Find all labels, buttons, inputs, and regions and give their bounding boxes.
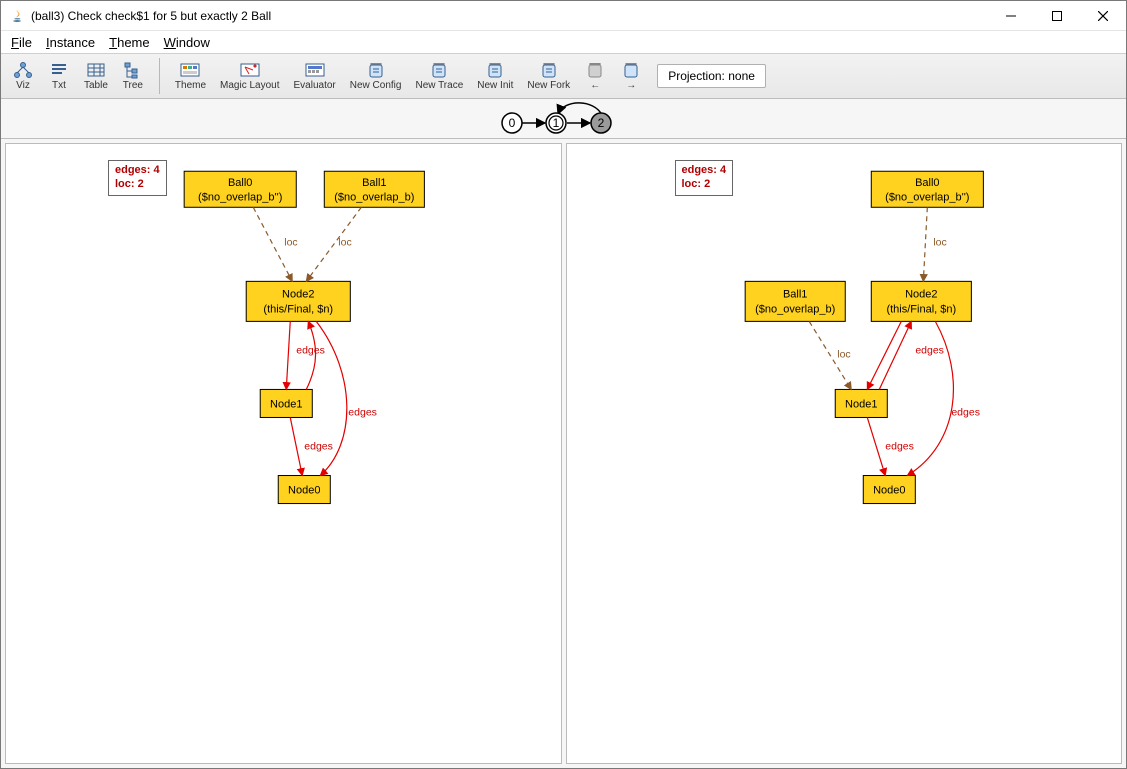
trace-state-1: 1 — [546, 113, 566, 133]
toolbar-tree[interactable]: Tree — [117, 58, 149, 94]
svg-text:Ball1: Ball1 — [782, 288, 806, 300]
svg-text:(this/Final, $n): (this/Final, $n) — [886, 303, 956, 315]
menu-window[interactable]: Window — [162, 34, 212, 51]
trace-state-0: 0 — [502, 113, 522, 133]
svg-text:edges: edges — [915, 344, 944, 356]
svg-text:loc: loc — [933, 236, 946, 248]
node-node0[interactable]: Node0 — [863, 476, 915, 504]
node-node1[interactable]: Node1 — [835, 389, 887, 417]
next-icon — [620, 61, 642, 79]
tree-icon — [122, 61, 144, 79]
toolbar-new-init[interactable]: New Init — [472, 58, 518, 94]
svg-text:Node0: Node0 — [873, 485, 905, 497]
svg-text:Node2: Node2 — [905, 288, 937, 300]
toolbar-new-trace[interactable]: New Trace — [410, 58, 468, 94]
toolbar: Viz Txt Table Tree Theme Magic Layout Ev… — [1, 53, 1126, 99]
toolbar-theme[interactable]: Theme — [170, 58, 211, 94]
svg-text:0: 0 — [508, 116, 515, 130]
trace-steps: 0 1 2 — [1, 99, 1126, 139]
svg-text:edges: edges — [951, 406, 980, 418]
toolbar-separator — [159, 58, 160, 94]
node-node1[interactable]: Node1 — [260, 389, 312, 417]
svg-text:loc: loc — [338, 236, 351, 248]
toolbar-magic-layout[interactable]: Magic Layout — [215, 58, 284, 94]
node-ball1[interactable]: Ball1 ($no_overlap_b) — [745, 281, 845, 321]
svg-text:edges: edges — [885, 440, 914, 452]
svg-text:($no_overlap_b''): ($no_overlap_b'') — [885, 191, 969, 203]
new-fork-icon — [538, 61, 560, 79]
java-app-icon — [9, 8, 25, 24]
svg-text:Node1: Node1 — [845, 398, 877, 410]
menu-theme[interactable]: Theme — [107, 34, 151, 51]
toolbar-new-fork[interactable]: New Fork — [522, 58, 575, 94]
svg-text:Node0: Node0 — [288, 485, 320, 497]
magic-layout-icon — [239, 61, 261, 79]
panel-right-info: edges: 4 loc: 2 — [675, 160, 734, 196]
minimize-button[interactable] — [988, 1, 1034, 31]
svg-text:edges: edges — [296, 344, 325, 356]
panel-right[interactable]: edges: 4 loc: 2 Ball0 ($no_overlap_b'') — [566, 143, 1123, 764]
theme-icon — [179, 61, 201, 79]
panel-left-info: edges: 4 loc: 2 — [108, 160, 167, 196]
toolbar-table[interactable]: Table — [79, 58, 113, 94]
svg-text:1: 1 — [552, 116, 559, 130]
svg-text:edges: edges — [304, 440, 333, 452]
svg-text:loc: loc — [837, 348, 850, 360]
svg-text:Node1: Node1 — [270, 398, 302, 410]
toolbar-new-config[interactable]: New Config — [345, 58, 407, 94]
panel-left[interactable]: edges: 4 loc: 2 Ball0 ($no_overlap_b'') — [5, 143, 562, 764]
svg-text:loc: loc — [284, 236, 297, 248]
toolbar-evaluator[interactable]: Evaluator — [289, 58, 341, 94]
titlebar: (ball3) Check check$1 for 5 but exactly … — [1, 1, 1126, 31]
panels: edges: 4 loc: 2 Ball0 ($no_overlap_b'') — [1, 139, 1126, 768]
svg-text:2: 2 — [597, 116, 604, 130]
node-ball1[interactable]: Ball1 ($no_overlap_b) — [324, 171, 424, 207]
new-config-icon — [365, 61, 387, 79]
svg-text:($no_overlap_b): ($no_overlap_b) — [334, 191, 414, 203]
prev-icon — [584, 61, 606, 79]
svg-text:Ball0: Ball0 — [915, 177, 939, 189]
svg-text:(this/Final, $n): (this/Final, $n) — [263, 303, 333, 315]
window-title: (ball3) Check check$1 for 5 but exactly … — [31, 9, 271, 23]
svg-text:Node2: Node2 — [282, 288, 314, 300]
svg-text:($no_overlap_b): ($no_overlap_b) — [755, 303, 835, 315]
txt-icon — [48, 61, 70, 79]
table-icon — [85, 61, 107, 79]
maximize-button[interactable] — [1034, 1, 1080, 31]
toolbar-viz[interactable]: Viz — [7, 58, 39, 94]
trace-state-2: 2 — [591, 113, 611, 133]
node-node0[interactable]: Node0 — [278, 476, 330, 504]
evaluator-icon — [304, 61, 326, 79]
node-ball0[interactable]: Ball0 ($no_overlap_b'') — [871, 171, 983, 207]
node-node2[interactable]: Node2 (this/Final, $n) — [871, 281, 971, 321]
node-ball0[interactable]: Ball0 ($no_overlap_b'') — [184, 171, 296, 207]
node-node2[interactable]: Node2 (this/Final, $n) — [246, 281, 350, 321]
new-trace-icon — [428, 61, 450, 79]
new-init-icon — [484, 61, 506, 79]
toolbar-next[interactable]: → — [615, 58, 647, 94]
toolbar-prev[interactable]: ← — [579, 58, 611, 94]
toolbar-txt[interactable]: Txt — [43, 58, 75, 94]
svg-text:Ball0: Ball0 — [228, 177, 252, 189]
menubar: File Instance Theme Window — [1, 31, 1126, 53]
svg-text:edges: edges — [348, 406, 377, 418]
svg-text:Ball1: Ball1 — [362, 177, 386, 189]
app-window: (ball3) Check check$1 for 5 but exactly … — [0, 0, 1127, 769]
projection-box[interactable]: Projection: none — [657, 64, 766, 88]
menu-instance[interactable]: Instance — [44, 34, 97, 51]
viz-icon — [12, 61, 34, 79]
menu-file[interactable]: File — [9, 34, 34, 51]
svg-text:($no_overlap_b''): ($no_overlap_b'') — [198, 191, 282, 203]
close-button[interactable] — [1080, 1, 1126, 31]
